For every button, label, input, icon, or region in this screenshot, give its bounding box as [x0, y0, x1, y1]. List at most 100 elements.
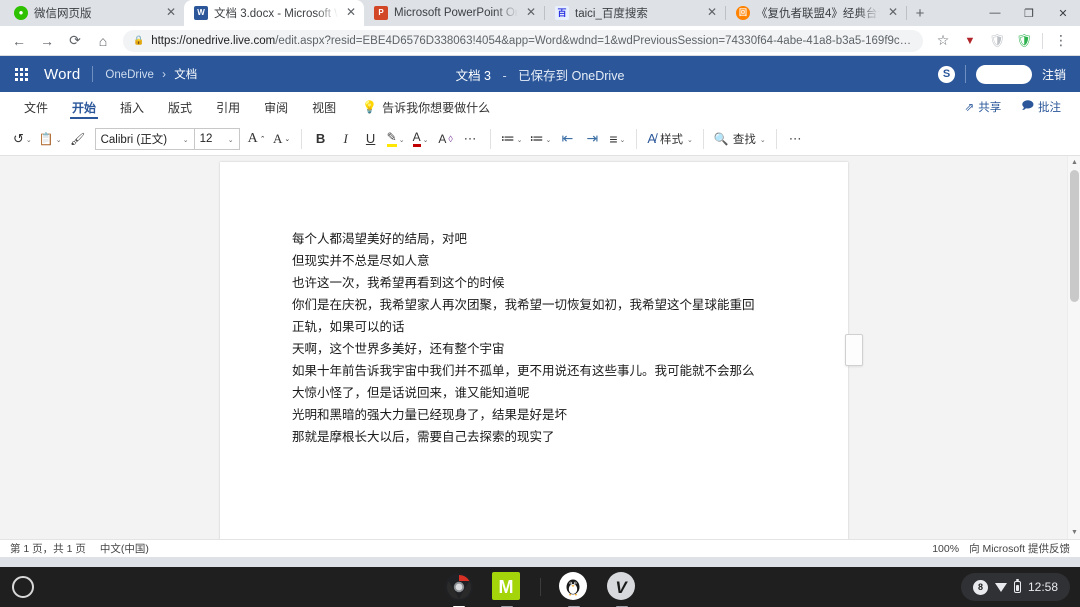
tab-view[interactable]: 视图: [300, 92, 348, 122]
zoom-level-label[interactable]: 100%: [932, 543, 959, 555]
title-dash: -: [502, 69, 506, 83]
numbering-button[interactable]: ≔ ⌄: [526, 126, 554, 152]
browser-tab[interactable]: P Microsoft PowerPoint Online ✕: [364, 0, 544, 26]
extension-shield-green-icon[interactable]: 🛡: [1011, 28, 1037, 54]
mendeley-icon[interactable]: M: [492, 572, 522, 602]
chevron-down-icon[interactable]: ⌄: [399, 136, 405, 144]
eraser-icon: ◊: [448, 134, 452, 144]
font-name-select[interactable]: Calibri (正文) ⌄: [96, 129, 194, 149]
chrome-icon[interactable]: [444, 572, 474, 602]
italic-button[interactable]: I: [334, 126, 358, 152]
document-text-body[interactable]: 每个人都渴望美好的结局，对吧 但现实并不总是尽如人意 也许这一次，我希望再看到这…: [220, 162, 848, 448]
clear-formatting-button[interactable]: A ◊: [434, 126, 458, 152]
v2ray-icon[interactable]: V: [607, 572, 637, 602]
tab-close-icon[interactable]: ✕: [164, 6, 178, 20]
forward-icon[interactable]: →: [34, 28, 60, 54]
shrink-font-button[interactable]: A⌄: [270, 126, 294, 152]
browser-tab[interactable]: ● 微信网页版 ✕: [4, 0, 184, 26]
toolbar-overflow-button[interactable]: ⋯: [784, 126, 808, 152]
styles-icon: A̸: [647, 131, 656, 146]
extension-red-triangle-icon[interactable]: ▼: [957, 28, 983, 54]
minimize-button[interactable]: —: [978, 0, 1012, 26]
font-color-button[interactable]: A ⌄: [409, 126, 433, 152]
tab-layout[interactable]: 版式: [156, 92, 204, 122]
bookmark-star-icon[interactable]: ☆: [930, 28, 956, 54]
bullets-button[interactable]: ≔ ⌄: [498, 126, 526, 152]
page-side-handle[interactable]: [845, 334, 863, 366]
chevron-down-icon[interactable]: ⌄: [56, 136, 62, 144]
bold-button[interactable]: B: [309, 126, 333, 152]
chevron-down-icon[interactable]: ⌄: [620, 136, 626, 144]
increase-indent-button[interactable]: ⇥: [580, 126, 604, 152]
scroll-down-icon[interactable]: ▼: [1068, 526, 1080, 539]
font-more-button[interactable]: ⋯: [459, 126, 483, 152]
header-divider: [92, 66, 93, 82]
tab-close-icon[interactable]: ✕: [524, 6, 538, 20]
document-line: 那就是摩根长大以后，需要自己去探索的现实了: [292, 426, 848, 448]
tab-insert[interactable]: 插入: [108, 92, 156, 122]
chevron-down-icon[interactable]: ⌄: [687, 136, 693, 144]
font-controls: Calibri (正文) ⌄ 12 ⌄: [95, 128, 240, 150]
undo-button[interactable]: ↺ ⌄: [10, 126, 35, 152]
breadcrumb-current[interactable]: 文档: [174, 69, 197, 81]
share-button[interactable]: ⇗ 共享: [958, 95, 1009, 120]
chevron-down-icon[interactable]: ⌄: [545, 136, 551, 144]
chevron-down-icon[interactable]: ⌄: [517, 136, 523, 144]
skype-icon[interactable]: S: [938, 66, 955, 83]
paste-button[interactable]: 📋 ⌄: [36, 126, 65, 152]
new-tab-button[interactable]: +: [907, 0, 933, 26]
highlight-button[interactable]: ✎ ⌄: [384, 126, 408, 152]
feedback-link[interactable]: 向 Microsoft 提供反馈: [969, 541, 1070, 556]
lightbulb-icon: 💡: [362, 100, 377, 114]
align-button[interactable]: ≡ ⌄: [605, 126, 629, 152]
clock-label[interactable]: 12:58: [1028, 580, 1058, 594]
wifi-icon[interactable]: [995, 583, 1007, 592]
document-scrollbar[interactable]: ▲ ▼: [1067, 156, 1080, 539]
browser-menu-icon[interactable]: ⋮: [1048, 28, 1074, 54]
styles-button[interactable]: A̸ 样式 ⌄: [644, 126, 696, 152]
tab-close-icon[interactable]: ✕: [705, 6, 719, 20]
tab-close-icon[interactable]: ✕: [344, 6, 358, 20]
address-bar[interactable]: 🔒 https://onedrive.live.com/edit.aspx?re…: [123, 30, 923, 52]
battery-icon[interactable]: [1014, 581, 1021, 593]
tab-close-icon[interactable]: ✕: [886, 6, 900, 20]
browser-tab[interactable]: 百 taici_百度搜索 ✕: [545, 0, 725, 26]
close-window-button[interactable]: ✕: [1046, 0, 1080, 26]
chevron-down-icon[interactable]: ⌄: [423, 136, 429, 144]
breadcrumb-separator: ›: [162, 69, 166, 81]
browser-toolbar: ← → ⟳ ⌂ 🔒 https://onedrive.live.com/edit…: [0, 26, 1080, 56]
browser-tab-active[interactable]: W 文档 3.docx - Microsoft Word O ✕: [184, 0, 364, 26]
maximize-button[interactable]: ❐: [1012, 0, 1046, 26]
font-size-select[interactable]: 12 ⌄: [194, 129, 239, 149]
reload-icon[interactable]: ⟳: [62, 28, 88, 54]
back-icon[interactable]: ←: [6, 28, 32, 54]
decrease-indent-button[interactable]: ⇤: [555, 126, 579, 152]
language-label[interactable]: 中文(中国): [100, 541, 149, 556]
tab-references[interactable]: 引用: [204, 92, 252, 122]
tab-home[interactable]: 开始: [60, 92, 108, 122]
chevron-down-icon[interactable]: ⌄: [26, 136, 32, 144]
breadcrumb-onedrive[interactable]: OneDrive: [105, 69, 154, 81]
comments-button[interactable]: 🗩 批注: [1014, 95, 1068, 120]
tab-review[interactable]: 审阅: [252, 92, 300, 122]
signout-link[interactable]: 注销: [1042, 66, 1066, 83]
format-painter-button[interactable]: 🖌: [66, 126, 90, 152]
app-launcher-icon[interactable]: [6, 59, 36, 89]
browser-tab[interactable]: 回 《复仇者联盟4》经典台词_搜 ✕: [726, 0, 906, 26]
scrollbar-thumb[interactable]: [1070, 170, 1079, 302]
underline-button[interactable]: U: [359, 126, 383, 152]
notification-count-badge[interactable]: 8: [973, 580, 988, 595]
tab-file[interactable]: 文件: [12, 92, 60, 122]
chevron-down-icon[interactable]: ⌄: [760, 136, 766, 144]
tell-me-box[interactable]: 💡 告诉我你想要做什么: [362, 99, 490, 116]
home-icon[interactable]: ⌂: [90, 28, 116, 54]
styles-label: 样式: [660, 131, 683, 147]
grow-font-button[interactable]: A⌃: [245, 126, 269, 152]
find-button[interactable]: 🔍 查找 ⌄: [711, 126, 769, 152]
extension-shield-grey-icon[interactable]: 🛡: [984, 28, 1010, 54]
document-page[interactable]: 每个人都渴望美好的结局，对吧 但现实并不总是尽如人意 也许这一次，我希望再看到这…: [220, 162, 848, 539]
scroll-up-icon[interactable]: ▲: [1068, 156, 1080, 169]
page-count-label[interactable]: 第 1 页，共 1 页: [10, 541, 86, 556]
system-tray[interactable]: 8 12:58: [961, 573, 1070, 601]
qq-icon[interactable]: [559, 572, 589, 602]
